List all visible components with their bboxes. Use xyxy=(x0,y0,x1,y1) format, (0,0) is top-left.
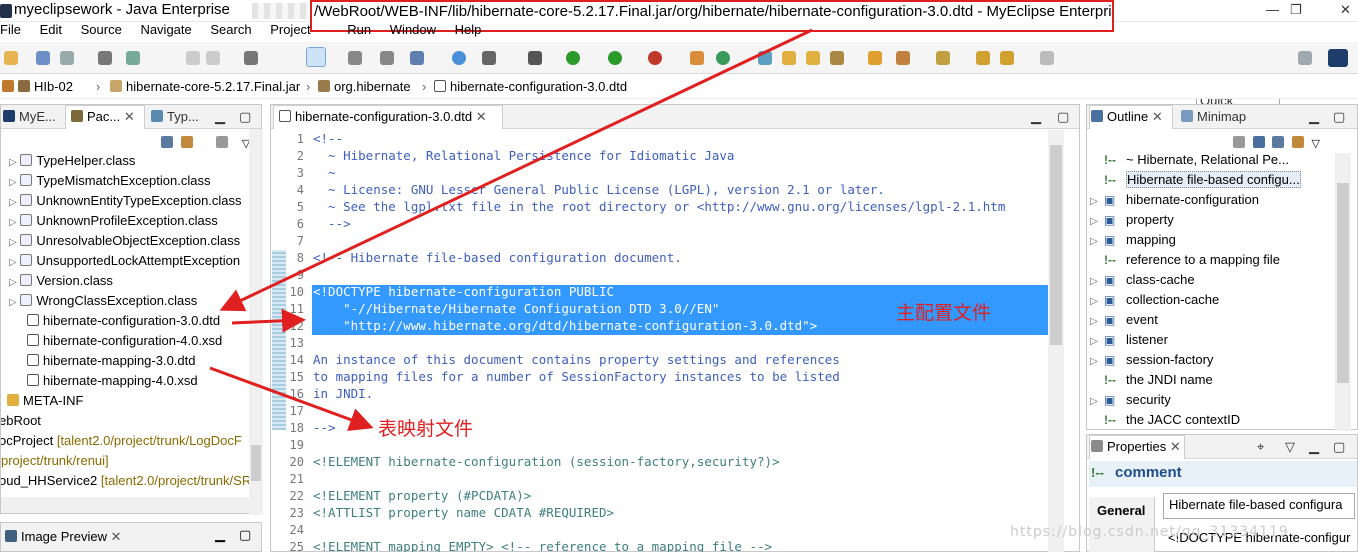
arrow-title-to-file xyxy=(219,28,813,312)
annotation-arrows xyxy=(209,28,813,432)
annotation-main-config: 主配置文件 xyxy=(896,302,992,324)
annotation-mapping-file: 表映射文件 xyxy=(378,418,474,440)
watermark: https://blog.csdn.net/qq_31334119 xyxy=(1010,524,1289,540)
arrow-mapping-label xyxy=(209,366,374,432)
arrow-config-to-doctype xyxy=(231,308,306,333)
